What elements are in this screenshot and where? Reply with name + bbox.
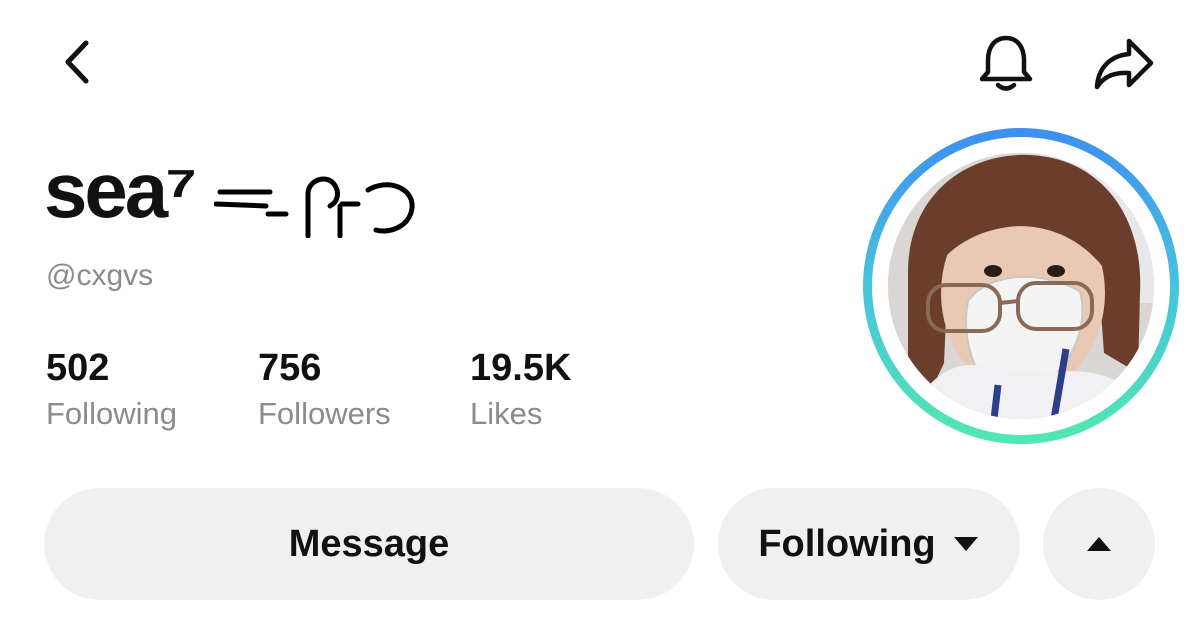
bell-icon <box>979 35 1033 91</box>
stat-followers-label: Followers <box>258 396 391 431</box>
profile-display-name: sea⁷ <box>44 140 424 240</box>
avatar-ring-gap <box>872 137 1170 435</box>
stat-following-label: Following <box>46 396 177 431</box>
avatar-photo <box>888 153 1154 419</box>
caret-down-icon <box>953 537 978 551</box>
stat-following[interactable]: 502 Following <box>46 344 177 434</box>
message-button[interactable]: Message <box>44 488 694 600</box>
following-button-label: Following <box>758 522 936 565</box>
stat-likes-label: Likes <box>470 396 543 431</box>
handwritten-scribble <box>214 176 415 238</box>
chevron-left-icon <box>65 40 89 84</box>
display-name-text: sea⁷ <box>44 146 197 234</box>
suggested-accounts-toggle-button[interactable] <box>1043 488 1155 600</box>
stat-followers[interactable]: 756 Followers <box>258 344 391 434</box>
following-dropdown-button[interactable]: Following <box>718 488 1020 600</box>
stat-following-value: 502 <box>46 347 110 389</box>
back-button[interactable] <box>46 30 106 94</box>
share-button[interactable] <box>1088 30 1160 96</box>
stat-followers-value: 756 <box>258 347 322 389</box>
profile-handle: @cxgvs <box>46 259 154 292</box>
notification-bell-button[interactable] <box>970 30 1042 96</box>
avatar[interactable] <box>863 128 1179 444</box>
stat-likes-value: 19.5K <box>470 347 572 389</box>
message-button-label: Message <box>288 522 450 565</box>
caret-up-icon <box>1087 537 1111 551</box>
share-arrow-icon <box>1094 38 1154 90</box>
stat-likes[interactable]: 19.5K Likes <box>470 344 571 434</box>
avatar-portrait-image <box>888 153 1154 419</box>
